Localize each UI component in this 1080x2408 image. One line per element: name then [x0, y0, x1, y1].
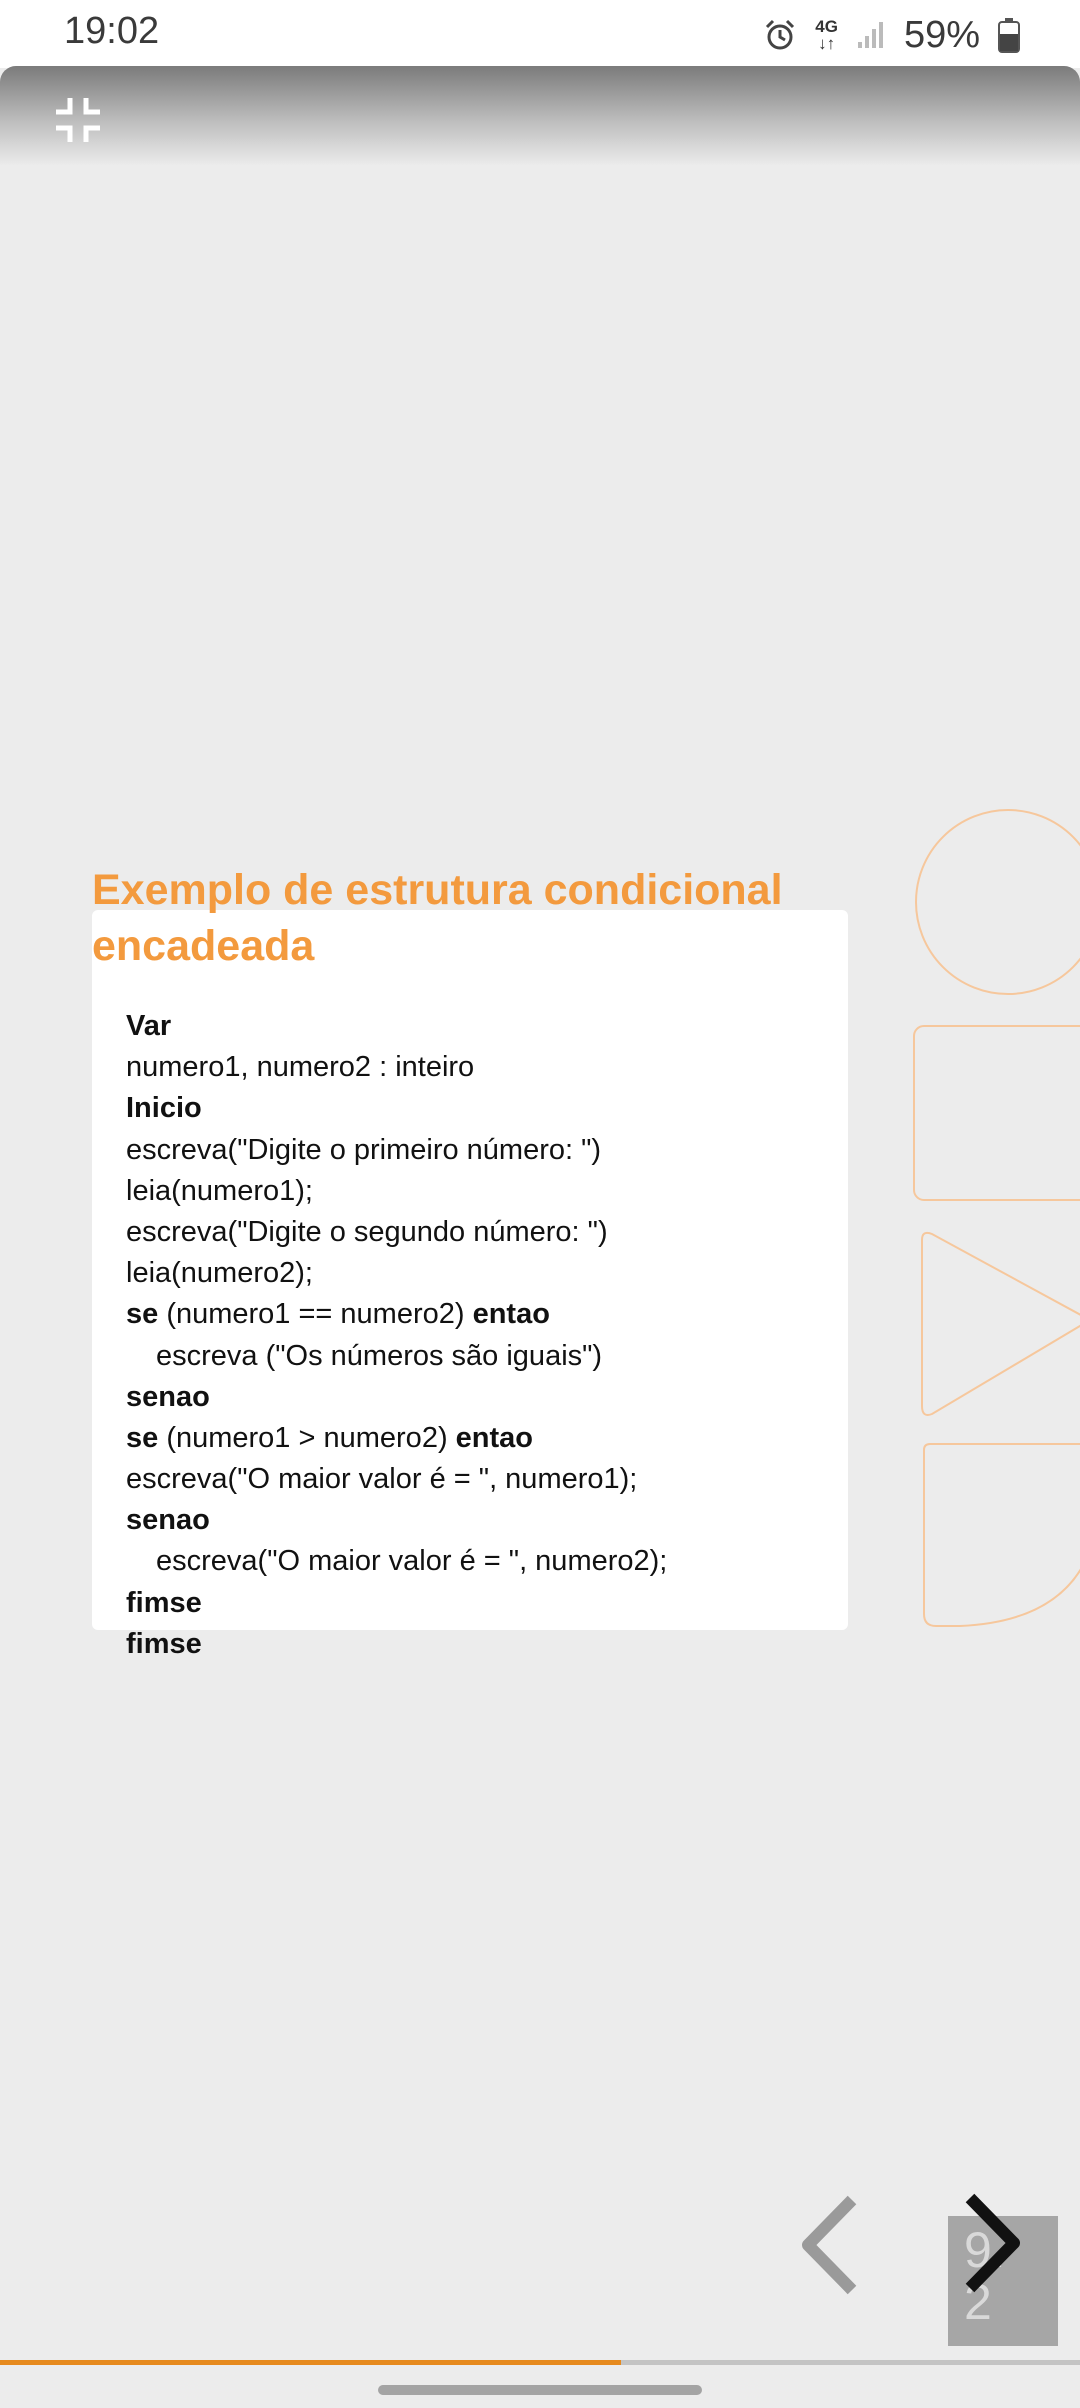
code-text: escreva("O maior valor é = ", numero2); [156, 1545, 668, 1578]
prev-slide-button[interactable] [790, 2190, 870, 2300]
code-line: escreva("O maior valor é = ", numero1); [126, 1459, 828, 1500]
code-line: escreva("O maior valor é = ", numero2); [126, 1541, 828, 1582]
code-line: escreva("Digite o segundo número: ") [126, 1212, 828, 1253]
code-line: Var [126, 1006, 828, 1047]
code-lines: Var numero1, numero2 : inteiro Inicio escre… [126, 1006, 828, 1665]
code-text: (numero1 == numero2) [158, 1298, 473, 1331]
code-keyword: Var [126, 1010, 172, 1042]
code-text: escreva("Digite o segundo número: ") [126, 1215, 608, 1248]
code-keyword: senao [126, 1380, 210, 1413]
code-text: leia(numero2); [126, 1257, 313, 1290]
battery-icon [998, 17, 1020, 53]
code-line: fimse [126, 1583, 828, 1624]
code-line: escreva("Digite o primeiro número: ") [126, 1130, 828, 1171]
code-text: escreva("O maior valor é = ", numero1); [126, 1463, 638, 1496]
progress-bar [0, 2360, 1080, 2365]
code-text: escreva ("Os números são iguais") [156, 1339, 603, 1372]
chevron-right-icon [965, 2193, 1020, 2293]
status-bar: 19:02 4G ↓↑ 59% [0, 0, 1080, 68]
code-line: se (numero1 == numero2) entao [126, 1294, 828, 1335]
decorative-shapes [913, 809, 1080, 1627]
alarm-icon [763, 18, 797, 52]
exit-fullscreen-icon[interactable] [52, 94, 104, 146]
code-keyword: se [126, 1421, 159, 1454]
4g-data-icon: 4G ↓↑ [815, 17, 838, 53]
slide-title: Exemplo de estrutura condicional encadea… [92, 866, 783, 970]
code-line: escreva ("Os números são iguais") [126, 1336, 828, 1377]
code-line: leia(numero2); [126, 1253, 828, 1294]
code-text: (numero1 > numero2) [158, 1421, 456, 1454]
battery-percent: 59% [903, 13, 980, 56]
code-line: leia(numero1); [126, 1171, 828, 1212]
code-line: numero1, numero2 : inteiro [126, 1047, 828, 1088]
progress-fill [0, 2360, 621, 2365]
code-box: Var numero1, numero2 : inteiro Inicio escre… [92, 910, 848, 1660]
network-label: 4G [815, 17, 838, 36]
signal-icon [856, 20, 886, 50]
code-keyword: senao [126, 1504, 210, 1537]
code-text: leia(numero1); [126, 1174, 313, 1207]
code-keyword: se [126, 1298, 159, 1331]
code-line: se (numero1 > numero2) entao [126, 1418, 828, 1459]
toolbar-shade [0, 66, 1080, 166]
code-line: senao [126, 1377, 828, 1418]
code-line: fimse [126, 1624, 828, 1665]
code-keyword: fimse [126, 1627, 202, 1660]
code-line: Inicio [126, 1088, 828, 1129]
status-icons: 4G ↓↑ 59% [763, 12, 1020, 58]
code-keyword: Inicio [126, 1092, 202, 1125]
code-keyword: entao [472, 1298, 550, 1331]
code-text: numero1, numero2 : inteiro [126, 1051, 475, 1084]
code-text: escreva("Digite o primeiro número: ") [126, 1133, 602, 1166]
code-keyword: entao [455, 1421, 534, 1454]
chevron-left-icon [802, 2195, 857, 2295]
status-time: 19:02 [64, 10, 160, 52]
home-indicator[interactable] [378, 2385, 702, 2395]
next-slide-button[interactable] [952, 2188, 1032, 2298]
code-keyword: fimse [126, 1586, 202, 1619]
code-line: senao [126, 1500, 828, 1541]
